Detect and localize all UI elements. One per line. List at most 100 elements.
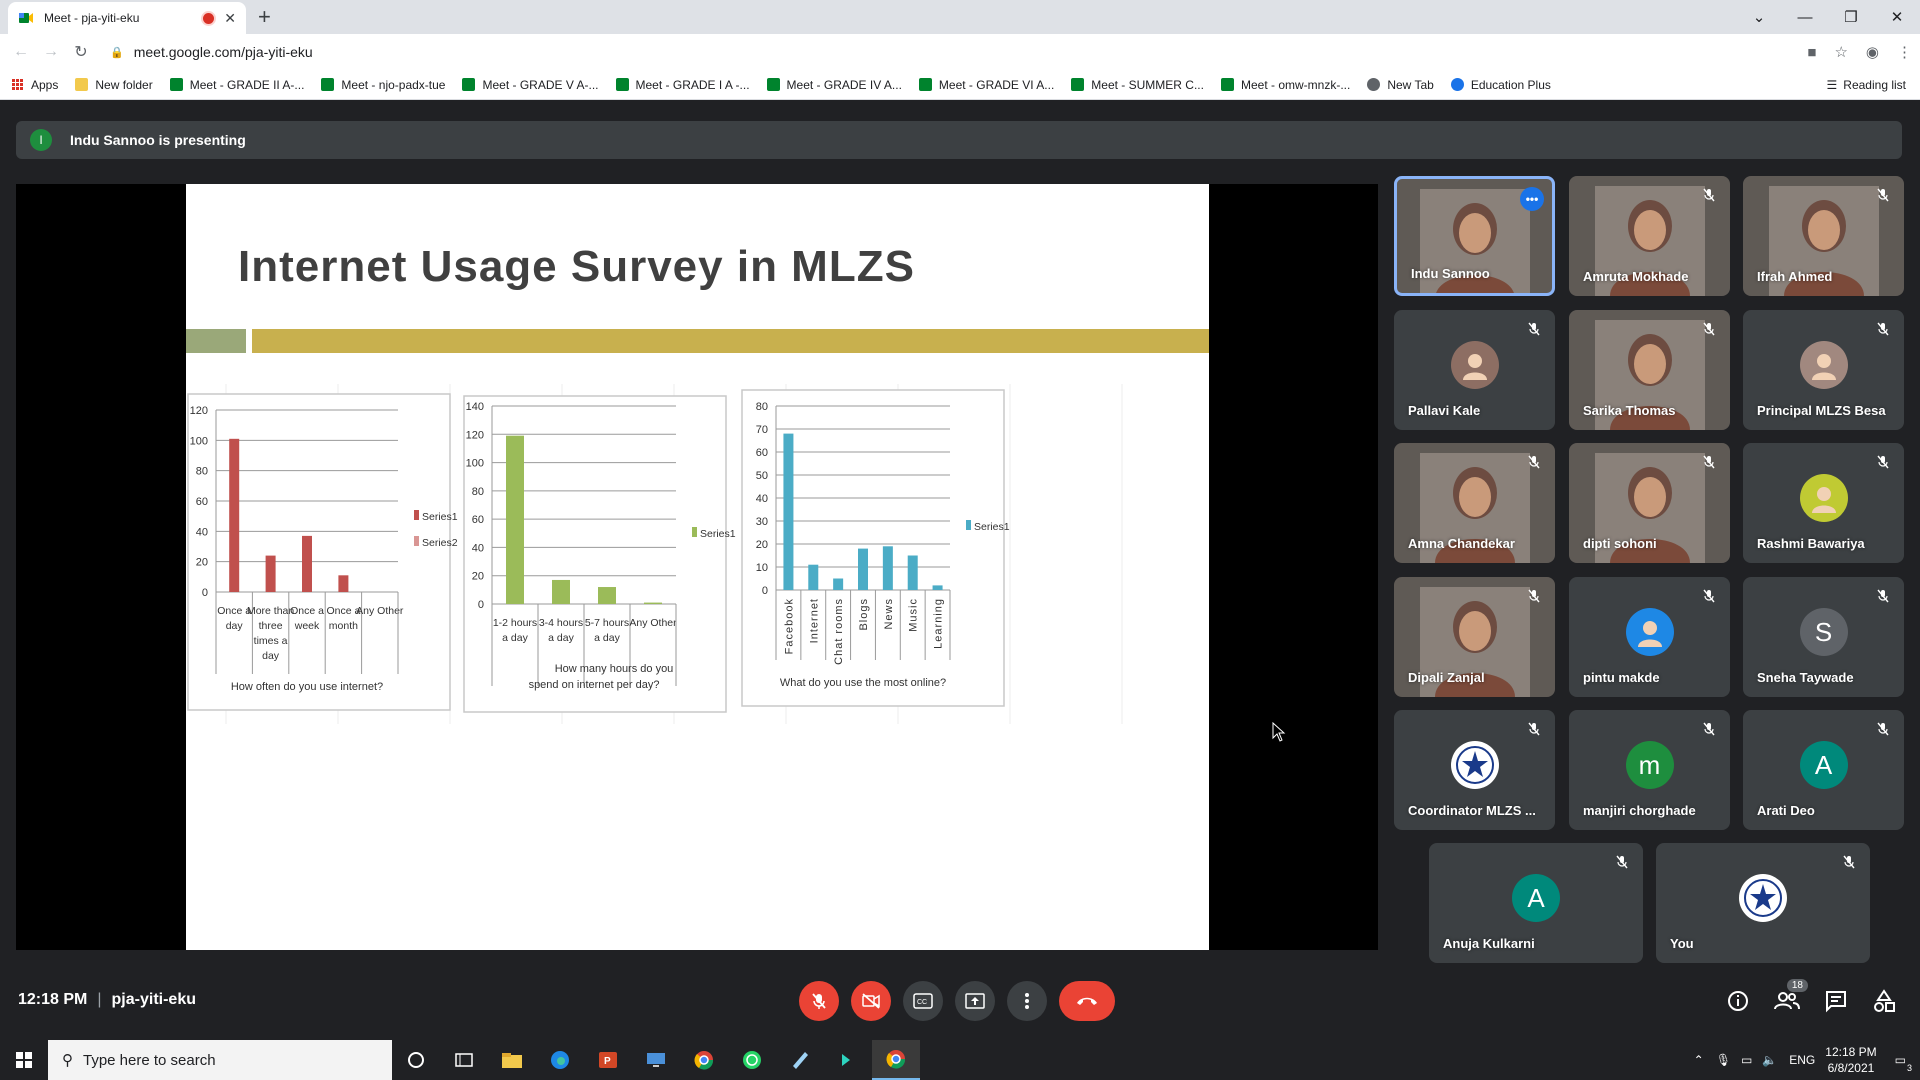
meeting-details-icon[interactable]: [1726, 989, 1750, 1018]
charts-area: 020406080100120Once a dayMore than three ti…: [187, 384, 1123, 724]
bar: [598, 587, 616, 604]
clock[interactable]: 12:18 PM 6/8/2021: [1825, 1044, 1876, 1076]
participant-tile[interactable]: Principal MLZS Besa: [1743, 310, 1904, 430]
tab-search-icon[interactable]: ⌄: [1736, 8, 1782, 26]
participant-tile[interactable]: dipti sohoni: [1569, 443, 1730, 563]
bookmark-item[interactable]: Apps: [12, 78, 58, 92]
participant-name: Ifrah Ahmed: [1757, 269, 1833, 284]
powerpoint-icon[interactable]: P: [584, 1040, 632, 1080]
camera-toggle-button[interactable]: [851, 981, 891, 1021]
cortana-icon[interactable]: [392, 1040, 440, 1080]
menu-icon[interactable]: ⋮: [1897, 43, 1912, 61]
bookmark-item[interactable]: Meet - njo-padx-tue: [321, 78, 445, 92]
bookmark-label: Apps: [31, 77, 59, 92]
camera-icon[interactable]: ■: [1807, 44, 1816, 61]
file-explorer-icon[interactable]: [488, 1040, 536, 1080]
y-tick-label: 60: [472, 514, 484, 526]
bookmark-label: Education Plus: [1470, 77, 1551, 92]
edge-icon[interactable]: [536, 1040, 584, 1080]
network-icon[interactable]: ▭: [1741, 1053, 1752, 1067]
participant-tile[interactable]: Dipali Zanjal: [1394, 577, 1555, 697]
y-tick-label: 20: [472, 571, 484, 583]
participant-tile[interactable]: pintu makde: [1569, 577, 1730, 697]
tab-close-icon[interactable]: ✕: [224, 10, 236, 27]
presentation-stage[interactable]: Internet Usage Survey in MLZS 0 20 40 60 80 1…: [16, 184, 1378, 950]
reload-button[interactable]: ↻: [66, 42, 96, 62]
bookmark-item[interactable]: Meet - GRADE I A -...: [615, 78, 750, 92]
notifications-icon[interactable]: ▭ 3: [1895, 1053, 1912, 1073]
show-hidden-icons-icon[interactable]: ⌃: [1694, 1053, 1704, 1067]
bookmark-item[interactable]: New folder: [75, 78, 153, 92]
reading-list-icon: ☰: [1826, 78, 1838, 92]
chrome-active-icon[interactable]: [872, 1040, 920, 1080]
participant-tile[interactable]: Coordinator MLZS ...: [1394, 710, 1555, 830]
reading-list[interactable]: ☰ Reading list: [1827, 78, 1906, 92]
meet-icon: [462, 78, 476, 91]
computer-app-icon[interactable]: [632, 1040, 680, 1080]
meeting-time: 12:18 PM: [18, 991, 88, 1008]
mic-toggle-button[interactable]: [799, 981, 839, 1021]
bookmark-item[interactable]: New Tab: [1367, 78, 1434, 92]
bookmark-item[interactable]: Meet - GRADE VI A...: [918, 78, 1054, 92]
bookmark-item[interactable]: Meet - GRADE V A-...: [462, 77, 599, 92]
captions-button[interactable]: CC: [903, 981, 943, 1021]
chat-icon[interactable]: [1824, 989, 1848, 1018]
language-indicator[interactable]: ENG: [1789, 1053, 1815, 1067]
legend-label: Series1: [422, 511, 458, 523]
chrome-icon[interactable]: [680, 1040, 728, 1080]
captions-icon: CC: [913, 993, 933, 1009]
task-view-icon[interactable]: [440, 1040, 488, 1080]
microphone-tray-icon[interactable]: 🎙: [1716, 1053, 1731, 1067]
restore-button[interactable]: ❐: [1828, 8, 1874, 26]
address-bar[interactable]: 🔒 meet.google.com/pja-yiti-eku: [110, 37, 1760, 67]
participant-tile[interactable]: S Sneha Taywade: [1743, 577, 1904, 697]
y-tick-label: 120: [466, 429, 484, 441]
bookmark-item[interactable]: Education Plus: [1450, 77, 1551, 92]
participant-tile[interactable]: A Anuja Kulkarni: [1429, 843, 1643, 963]
bookmark-item[interactable]: Meet - GRADE II A-...: [169, 78, 304, 92]
participant-tile[interactable]: Pallavi Kale: [1394, 310, 1555, 430]
participant-tile[interactable]: Amruta Mokhade: [1569, 176, 1730, 296]
bookmark-item[interactable]: Meet - GRADE IV A...: [766, 78, 902, 92]
leave-call-button[interactable]: [1059, 981, 1115, 1021]
volume-icon[interactable]: 🔈: [1762, 1053, 1777, 1067]
tab-meet[interactable]: Meet - pja-yiti-eku ✕: [8, 2, 246, 34]
participant-tile[interactable]: Amna Chandekar: [1394, 443, 1555, 563]
bookmark-item[interactable]: Meet - SUMMER C...: [1071, 78, 1204, 92]
bookmark-item[interactable]: Meet - omw-mnzk-...: [1220, 78, 1350, 92]
participant-tile[interactable]: Rashmi Bawariya: [1743, 443, 1904, 563]
profile-icon[interactable]: ◉: [1866, 43, 1879, 61]
education-icon: [1450, 78, 1464, 91]
forward-button[interactable]: →: [36, 43, 66, 61]
back-button[interactable]: ←: [6, 43, 36, 61]
whatsapp-icon[interactable]: [728, 1040, 776, 1080]
x-tick-label: Any Other: [356, 605, 404, 617]
present-now-button[interactable]: [955, 981, 995, 1021]
bookmark-label: Meet - GRADE V A-...: [482, 77, 599, 92]
y-tick-label: 80: [756, 401, 768, 413]
participant-tile[interactable]: Sarika Thomas: [1569, 310, 1730, 430]
notes-app-icon[interactable]: [776, 1040, 824, 1080]
terminal-app-icon[interactable]: [824, 1040, 872, 1080]
start-button[interactable]: [0, 1040, 48, 1080]
participant-tile[interactable]: Ifrah Ahmed: [1743, 176, 1904, 296]
y-tick-label: 10: [756, 562, 768, 574]
participant-tile[interactable]: m manjiri chorghade: [1569, 710, 1730, 830]
more-options-button[interactable]: [1007, 981, 1047, 1021]
activities-icon[interactable]: [1872, 989, 1896, 1018]
avatar: A: [1799, 741, 1848, 790]
avatar: S: [1799, 608, 1848, 657]
participant-tile[interactable]: You: [1656, 843, 1870, 963]
more-options-icon[interactable]: •••: [1520, 187, 1544, 211]
y-tick-label: 40: [756, 493, 768, 505]
new-tab-button[interactable]: +: [258, 4, 271, 30]
participant-tile[interactable]: A Arati Deo: [1743, 710, 1904, 830]
bar: [644, 602, 662, 604]
close-window-button[interactable]: ✕: [1874, 8, 1920, 26]
participant-tile[interactable]: ••• Indu Sannoo: [1394, 176, 1555, 296]
taskbar-search[interactable]: ⚲ Type here to search: [48, 1040, 392, 1080]
bookmark-star-icon[interactable]: ☆: [1834, 43, 1847, 61]
meet-icon: [321, 78, 335, 91]
people-icon[interactable]: 18: [1774, 979, 1808, 1018]
minimize-button[interactable]: —: [1782, 9, 1828, 26]
